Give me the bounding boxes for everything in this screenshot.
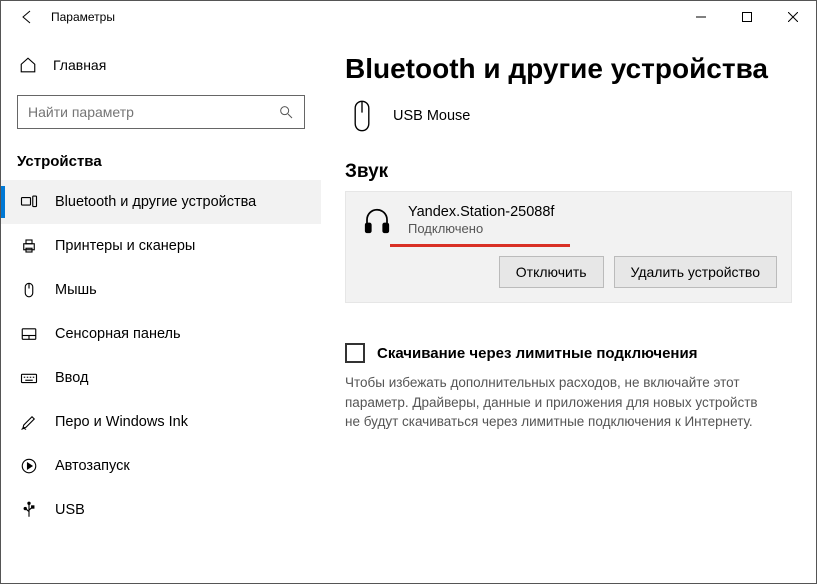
sidebar-item-label: Ввод [55,370,88,386]
arrow-left-icon [19,9,35,25]
home-icon [19,56,37,74]
keyboard-icon [19,368,39,388]
device-name: USB Mouse [393,108,470,124]
sidebar-item-autoplay[interactable]: Автозапуск [1,444,321,488]
autoplay-icon [19,456,39,476]
sidebar-home-label: Главная [53,57,106,73]
device-row-mouse[interactable]: USB Mouse [345,99,792,133]
pen-icon [19,412,39,432]
sidebar-home[interactable]: Главная [1,45,321,85]
usb-icon [19,500,39,520]
sidebar-item-pen[interactable]: Перо и Windows Ink [1,400,321,444]
titlebar: Параметры [1,1,816,33]
window-title: Параметры [51,10,115,24]
metered-download-checkbox-row[interactable]: Скачивание через лимитные подключения [345,343,792,363]
annotation-underline [390,244,570,247]
checkbox-label: Скачивание через лимитные подключения [377,345,697,362]
sidebar-item-label: Bluetooth и другие устройства [55,194,256,210]
sidebar-item-bluetooth[interactable]: Bluetooth и другие устройства [1,180,321,224]
sound-heading: Звук [345,161,792,183]
sidebar-item-typing[interactable]: Ввод [1,356,321,400]
minimize-icon [696,12,706,22]
sidebar-item-label: Перо и Windows Ink [55,414,188,430]
minimize-button[interactable] [678,1,724,33]
sidebar-item-usb[interactable]: USB [1,488,321,532]
sidebar-item-label: Принтеры и сканеры [55,238,195,254]
sidebar-section-title: Устройства [1,147,321,180]
back-button[interactable] [9,1,45,33]
sound-device-status: Подключено [408,221,554,236]
sound-device-name: Yandex.Station-25088f [408,204,554,220]
main-panel: Bluetooth и другие устройства USB Mouse … [321,33,816,583]
touchpad-icon [19,324,39,344]
search-box[interactable] [17,95,305,129]
page-heading: Bluetooth и другие устройства [345,53,792,85]
mouse-icon [345,99,379,133]
sidebar-item-label: Сенсорная панель [55,326,181,342]
printer-icon [19,236,39,256]
checkbox-unchecked-icon[interactable] [345,343,365,363]
search-input[interactable] [28,104,278,120]
sidebar-item-printers[interactable]: Принтеры и сканеры [1,224,321,268]
sidebar: Главная Устройства Bluetooth и другие ус… [1,33,321,583]
close-icon [788,12,798,22]
metered-download-description: Чтобы избежать дополнительных расходов, … [345,373,775,432]
sound-device-card: Yandex.Station-25088f Подключено Отключи… [345,191,792,303]
mouse-icon [19,280,39,300]
headphones-icon [360,204,394,238]
sidebar-item-touchpad[interactable]: Сенсорная панель [1,312,321,356]
close-button[interactable] [770,1,816,33]
devices-icon [19,192,39,212]
maximize-icon [742,12,752,22]
search-icon [278,104,294,120]
sidebar-item-label: Автозапуск [55,458,130,474]
sidebar-item-label: Мышь [55,282,97,298]
disconnect-button[interactable]: Отключить [499,256,604,288]
sidebar-item-label: USB [55,502,85,518]
remove-device-button[interactable]: Удалить устройство [614,256,777,288]
sidebar-item-mouse[interactable]: Мышь [1,268,321,312]
maximize-button[interactable] [724,1,770,33]
